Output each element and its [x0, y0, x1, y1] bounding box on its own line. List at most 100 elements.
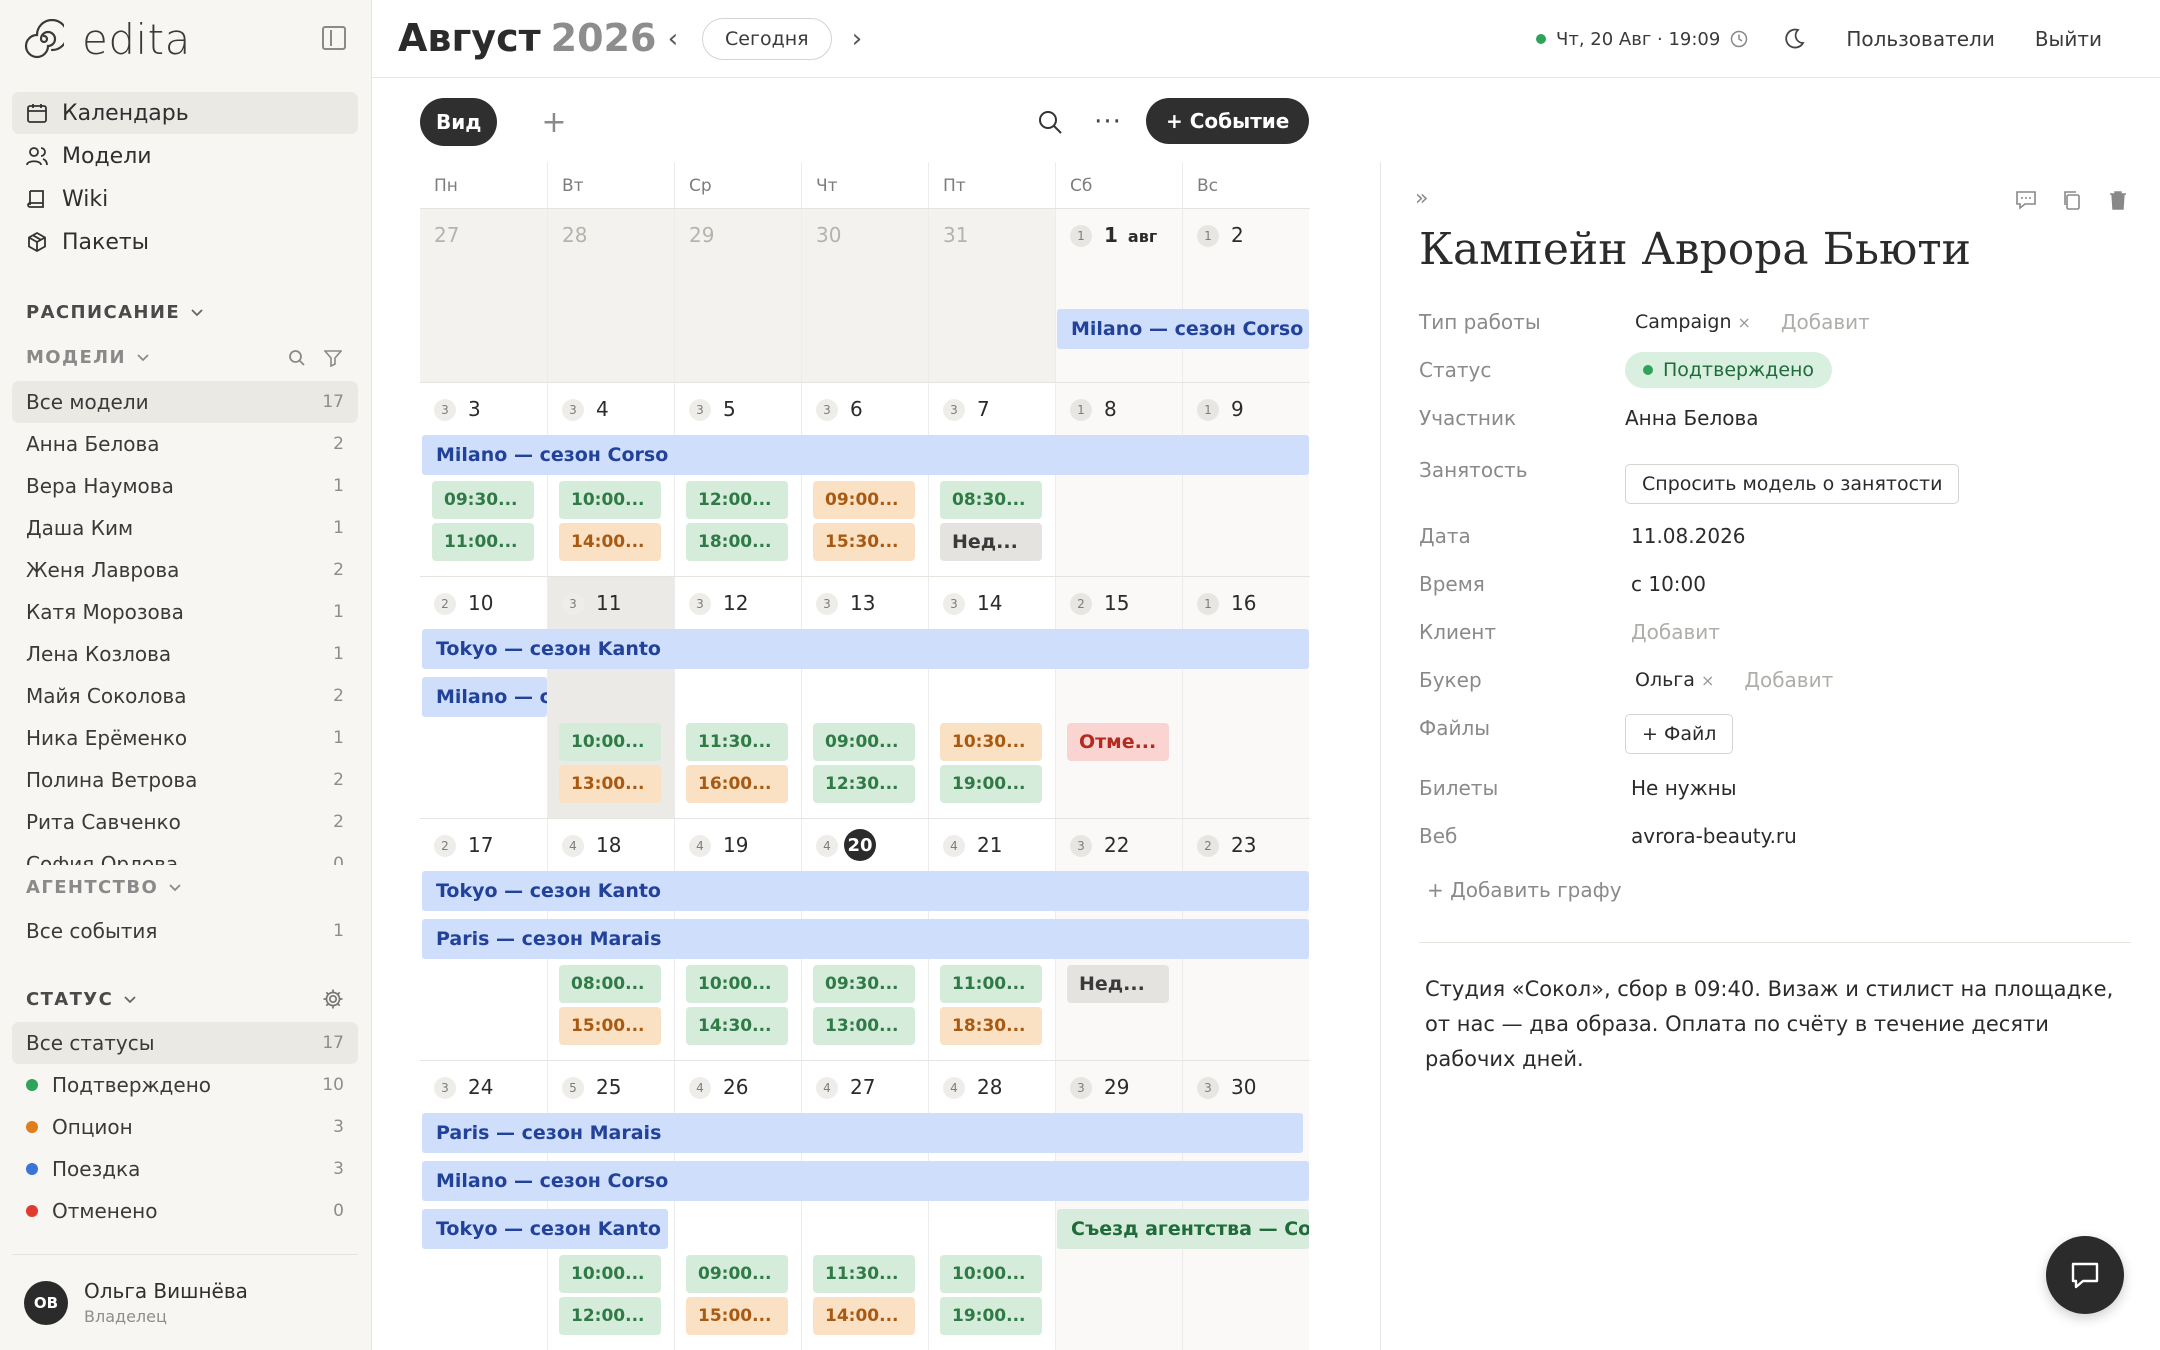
event-chip[interactable]: 10:00...: [559, 481, 661, 519]
event-chip[interactable]: 16:00...: [686, 765, 788, 803]
list-item[interactable]: Рита Савченко 2: [12, 801, 358, 843]
list-item[interactable]: София Орлова 0: [12, 843, 358, 865]
event-chip[interactable]: 11:30...: [813, 1255, 915, 1293]
new-event-button[interactable]: + Событие: [1146, 98, 1310, 144]
event-chip[interactable]: 09:30...: [813, 965, 915, 1003]
list-item[interactable]: Все модели 17: [12, 381, 358, 423]
event-chip[interactable]: 15:30...: [813, 523, 915, 561]
event-chip[interactable]: 08:00...: [559, 965, 661, 1003]
today-button[interactable]: Сегодня: [702, 18, 832, 60]
day-cell[interactable]: 31: [928, 209, 1055, 383]
add-work-type-input[interactable]: Добавит: [1781, 310, 1870, 334]
day-cell[interactable]: 27: [420, 209, 547, 383]
event-chip[interactable]: 11:00...: [940, 965, 1042, 1003]
time-value[interactable]: с 10:00: [1631, 572, 1706, 596]
multi-day-event[interactable]: Milano — сезон Corso: [1057, 309, 1309, 349]
chat-button[interactable]: [2046, 1236, 2124, 1314]
day-cell[interactable]: 3 24: [420, 1061, 547, 1350]
expand-panel-icon[interactable]: »: [1415, 186, 1428, 211]
day-cell[interactable]: 19: [1182, 383, 1309, 577]
day-cell[interactable]: 18: [1055, 383, 1182, 577]
event-chip[interactable]: 10:30...: [940, 723, 1042, 761]
list-item[interactable]: Вера Наумова 1: [12, 465, 358, 507]
status-section-toggle[interactable]: СТАТУС: [26, 989, 137, 1010]
list-item[interactable]: Катя Морозова 1: [12, 591, 358, 633]
event-chip[interactable]: 10:00...: [940, 1255, 1042, 1293]
web-value[interactable]: avrora-beauty.ru: [1631, 824, 1797, 848]
event-chip[interactable]: 11:30...: [686, 723, 788, 761]
multi-day-event[interactable]: Milano — сезон Corso: [422, 435, 1309, 475]
day-cell[interactable]: 3 30: [1182, 1061, 1309, 1350]
clock-icon[interactable]: [1730, 30, 1748, 48]
event-chip[interactable]: 19:00...: [940, 1297, 1042, 1335]
multi-day-event[interactable]: Paris — сезон Marais: [422, 1113, 1303, 1153]
add-view-icon[interactable]: +: [532, 100, 576, 144]
list-item[interactable]: Поездка 3: [12, 1148, 358, 1190]
search-icon[interactable]: [1036, 108, 1064, 136]
event-chip[interactable]: 09:00...: [686, 1255, 788, 1293]
remove-tag-icon[interactable]: ×: [1738, 313, 1751, 332]
booker-tag[interactable]: Ольга ×: [1635, 669, 1714, 691]
nav-item-models[interactable]: Модели: [12, 135, 358, 177]
prev-month-button[interactable]: ‹: [658, 22, 688, 56]
event-chip[interactable]: 09:00...: [813, 723, 915, 761]
add-file-button[interactable]: + Файл: [1625, 714, 1734, 754]
list-item[interactable]: Полина Ветрова 2: [12, 759, 358, 801]
sidebar-collapse-icon[interactable]: [322, 26, 346, 50]
list-item[interactable]: Майя Соколова 2: [12, 675, 358, 717]
search-icon[interactable]: [288, 349, 306, 367]
event-chip[interactable]: 18:30...: [940, 1007, 1042, 1045]
list-item[interactable]: Ника Ерёменко 1: [12, 717, 358, 759]
more-options-icon[interactable]: ···: [1094, 107, 1122, 137]
multi-day-event[interactable]: Tokyo — сезон Kanto: [422, 871, 1309, 911]
list-item[interactable]: Отменено 0: [12, 1190, 358, 1232]
comment-icon[interactable]: [2014, 188, 2038, 212]
event-chip[interactable]: Нед...: [940, 523, 1042, 561]
ask-availability-button[interactable]: Спросить модель о занятости: [1625, 464, 1960, 504]
event-chip[interactable]: 11:00...: [432, 523, 534, 561]
event-chip[interactable]: 10:00...: [559, 1255, 661, 1293]
users-link[interactable]: Пользователи: [1846, 27, 1995, 51]
event-chip[interactable]: 12:30...: [813, 765, 915, 803]
next-month-button[interactable]: ›: [842, 22, 872, 56]
day-cell[interactable]: 28: [547, 209, 674, 383]
list-item[interactable]: Лена Козлова 1: [12, 633, 358, 675]
view-button[interactable]: Вид: [420, 98, 498, 146]
day-cell[interactable]: 2 15: [1055, 577, 1182, 819]
remove-tag-icon[interactable]: ×: [1701, 671, 1714, 690]
event-chip[interactable]: 14:00...: [559, 523, 661, 561]
nav-item-wiki[interactable]: Wiki: [12, 178, 358, 220]
date-value[interactable]: 11.08.2026: [1631, 524, 1746, 548]
add-field-button[interactable]: + Добавить графу: [1427, 878, 1622, 902]
event-chip[interactable]: 14:30...: [686, 1007, 788, 1045]
list-item[interactable]: Все статусы 17: [12, 1022, 358, 1064]
event-chip[interactable]: 15:00...: [686, 1297, 788, 1335]
event-chip[interactable]: 09:30...: [432, 481, 534, 519]
event-chip[interactable]: 10:00...: [686, 965, 788, 1003]
day-cell[interactable]: 1 1 авг: [1055, 209, 1182, 383]
participant-value[interactable]: Анна Белова: [1625, 406, 1759, 430]
multi-day-event[interactable]: Tokyo — сезон Kanto: [422, 1209, 668, 1249]
trash-icon[interactable]: [2106, 188, 2130, 212]
event-chip[interactable]: 12:00...: [559, 1297, 661, 1335]
nav-item-calendar[interactable]: Календарь: [12, 92, 358, 134]
list-item[interactable]: Женя Лаврова 2: [12, 549, 358, 591]
event-chip[interactable]: 15:00...: [559, 1007, 661, 1045]
day-cell[interactable]: 29: [674, 209, 801, 383]
app-logo[interactable]: edita: [24, 14, 191, 64]
user-profile[interactable]: ОВ Ольга Вишнёва Владелец: [12, 1254, 358, 1350]
event-chip[interactable]: Отме...: [1067, 723, 1169, 761]
event-chip[interactable]: 09:00...: [813, 481, 915, 519]
event-chip[interactable]: 18:00...: [686, 523, 788, 561]
add-booker-input[interactable]: Добавит: [1744, 668, 1833, 692]
tickets-value[interactable]: Не нужны: [1631, 776, 1737, 800]
copy-icon[interactable]: [2060, 188, 2084, 212]
multi-day-event[interactable]: Съезд агентства — Co: [1057, 1209, 1309, 1249]
multi-day-event[interactable]: Tokyo — сезон Kanto: [422, 629, 1309, 669]
moon-icon[interactable]: [1782, 27, 1806, 51]
event-chip[interactable]: 10:00...: [559, 723, 661, 761]
list-item[interactable]: Анна Белова 2: [12, 423, 358, 465]
multi-day-event[interactable]: Paris — сезон Marais: [422, 919, 1309, 959]
event-chip[interactable]: Нед...: [1067, 965, 1169, 1003]
list-item[interactable]: Даша Ким 1: [12, 507, 358, 549]
